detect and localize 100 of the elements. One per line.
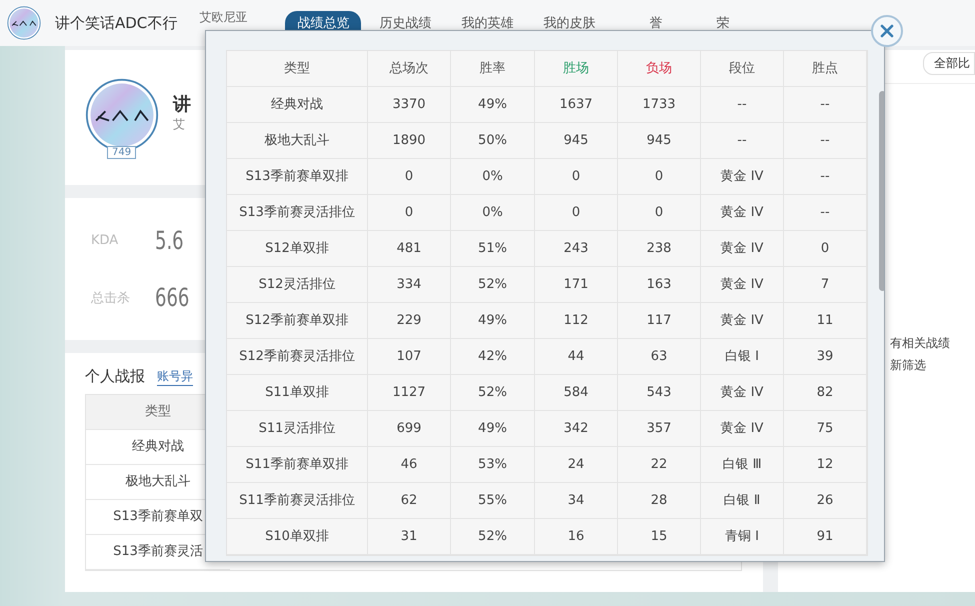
column-header: 胜率: [451, 51, 535, 87]
table-cell: 357: [618, 411, 701, 447]
table-cell: 黄金 IV: [701, 375, 784, 411]
table-cell: 117: [618, 303, 701, 339]
table-cell: 334: [368, 267, 451, 303]
table-cell: S13季前赛灵活排位: [227, 195, 368, 231]
table-cell: 51%: [451, 231, 535, 267]
table-cell: 黄金 IV: [701, 159, 784, 195]
empty-message: 有相关战绩: [890, 335, 951, 352]
table-cell: 极地大乱斗: [227, 123, 368, 159]
account-link[interactable]: 账号异: [157, 368, 193, 386]
table-cell: 26: [784, 483, 867, 519]
table-cell: 白银 Ⅰ: [701, 339, 784, 375]
table-cell: 52%: [451, 267, 535, 303]
table-cell: 44: [535, 339, 618, 375]
filter-dropdown[interactable]: 全部比: [923, 52, 975, 75]
close-icon: [879, 23, 895, 39]
table-cell: --: [784, 159, 867, 195]
table-cell: 107: [368, 339, 451, 375]
table-cell: S10单双排: [227, 519, 368, 555]
table-cell: S11季前赛灵活排位: [227, 483, 368, 519]
table-cell: 黄金 IV: [701, 195, 784, 231]
table-cell: --: [701, 87, 784, 123]
empty-message: 新筛选: [890, 357, 927, 374]
table-cell: 52%: [451, 519, 535, 555]
region-name: 艾: [173, 116, 186, 133]
table-cell: 945: [618, 123, 701, 159]
table-cell: 0: [368, 159, 451, 195]
table-cell: 945: [535, 123, 618, 159]
table-cell: 1127: [368, 375, 451, 411]
table-cell: 白银 Ⅱ: [701, 483, 784, 519]
player-name: 讲: [173, 93, 191, 116]
column-header: 负场: [618, 51, 701, 87]
table-cell: 0%: [451, 195, 535, 231]
stat-value: 666: [155, 283, 190, 312]
stat-value: 5.6: [155, 226, 184, 255]
table-cell: 584: [535, 375, 618, 411]
table-cell: 82: [784, 375, 867, 411]
table-cell: 31: [368, 519, 451, 555]
table-cell: 52%: [451, 375, 535, 411]
table-cell: 481: [368, 231, 451, 267]
table-cell: 15: [618, 519, 701, 555]
table-cell: 黄金 IV: [701, 231, 784, 267]
nav-tab[interactable]: 历史战绩: [367, 12, 444, 34]
section-title: 个人战报: [85, 367, 145, 386]
table-cell: 91: [784, 519, 867, 555]
table-cell: 经典对战: [227, 87, 368, 123]
table-cell: 黄金 IV: [701, 411, 784, 447]
table-cell: --: [701, 123, 784, 159]
table-cell: 342: [535, 411, 618, 447]
table-cell: 1733: [618, 87, 701, 123]
nav-tab[interactable]: 誉: [637, 12, 674, 34]
table-cell: 543: [618, 375, 701, 411]
table-cell: 0: [535, 159, 618, 195]
table-cell: 49%: [451, 87, 535, 123]
table-cell: 黄金 IV: [701, 267, 784, 303]
table-cell: 16: [535, 519, 618, 555]
table-cell: 49%: [451, 303, 535, 339]
table-cell: 39: [784, 339, 867, 375]
nav-tab[interactable]: 我的皮肤: [531, 12, 608, 34]
stat-label: KDA: [91, 233, 120, 248]
table-cell: S11单双排: [227, 375, 368, 411]
table-cell: 63: [618, 339, 701, 375]
stat-label: 总击杀: [91, 290, 131, 306]
table-cell: 62: [368, 483, 451, 519]
avatar-icon: [7, 6, 41, 40]
table-cell: --: [784, 87, 867, 123]
table-cell: 白银 Ⅲ: [701, 447, 784, 483]
table-cell: 0: [535, 195, 618, 231]
table-cell: --: [784, 195, 867, 231]
table-cell: 青铜 Ⅰ: [701, 519, 784, 555]
table-cell: 229: [368, 303, 451, 339]
table-cell: 699: [368, 411, 451, 447]
table-cell: 11: [784, 303, 867, 339]
table-cell: 0: [618, 195, 701, 231]
table-cell: 163: [618, 267, 701, 303]
table-cell: 24: [535, 447, 618, 483]
level-badge: 749: [107, 146, 136, 158]
table-cell: 0: [368, 195, 451, 231]
table-cell: 75: [784, 411, 867, 447]
table-cell: 22: [618, 447, 701, 483]
table-cell: 112: [535, 303, 618, 339]
table-cell: 0: [784, 231, 867, 267]
column-header: 段位: [701, 51, 784, 87]
table-cell: 243: [535, 231, 618, 267]
table-cell: 55%: [451, 483, 535, 519]
table-cell: S11灵活排位: [227, 411, 368, 447]
nav-tab[interactable]: 我的英雄: [449, 12, 526, 34]
table-cell: 238: [618, 231, 701, 267]
table-cell: S12灵活排位: [227, 267, 368, 303]
table-cell: 53%: [451, 447, 535, 483]
table-cell: S12季前赛灵活排位: [227, 339, 368, 375]
column-header: 胜点: [784, 51, 867, 87]
nav-tab[interactable]: 荣: [704, 12, 742, 34]
table-cell: 46: [368, 447, 451, 483]
table-cell: 50%: [451, 123, 535, 159]
table-cell: S12单双排: [227, 231, 368, 267]
table-cell: S13季前赛单双排: [227, 159, 368, 195]
scrollbar[interactable]: [879, 91, 884, 291]
table-cell: 0: [618, 159, 701, 195]
